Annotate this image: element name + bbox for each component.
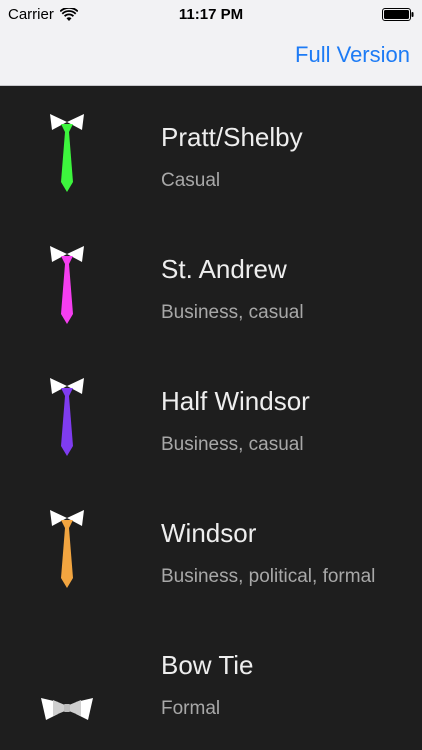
battery-icon: [382, 8, 414, 21]
pink-tie-icon: [50, 246, 84, 324]
knot-subtitle: Casual: [161, 170, 221, 191]
knot-row-half-windsor[interactable]: Half Windsor Business, casual: [0, 350, 422, 481]
knot-row-pratt-shelby[interactable]: Pratt/Shelby Casual: [0, 86, 422, 217]
knot-row-st-andrew[interactable]: St. Andrew Business, casual: [0, 218, 422, 349]
knot-subtitle: Business, political, formal: [161, 566, 376, 587]
knot-row-windsor[interactable]: Windsor Business, political, formal: [0, 482, 422, 613]
status-time: 11:17 PM: [178, 6, 244, 23]
knot-title: Bow Tie: [161, 650, 254, 680]
orange-tie-icon: [50, 510, 84, 588]
knot-title: Windsor: [161, 518, 257, 548]
knot-title: St. Andrew: [161, 254, 287, 284]
knot-row-bow-tie[interactable]: Bow Tie Formal: [0, 614, 422, 745]
top-bar: Carrier 11:17 PM Full Version: [0, 0, 422, 86]
knot-title: Half Windsor: [161, 386, 310, 416]
knot-subtitle: Business, casual: [161, 302, 304, 323]
knot-subtitle: Formal: [161, 698, 221, 719]
full-version-button[interactable]: Full Version: [295, 42, 410, 68]
app-screen: Carrier 11:17 PM Full Version Pratt/Shel…: [0, 0, 422, 750]
knot-list: Pratt/Shelby Casual St. Andrew Business,…: [0, 86, 422, 750]
purple-tie-icon: [50, 378, 84, 456]
green-tie-icon: [50, 114, 84, 192]
knot-subtitle: Business, casual: [161, 434, 304, 455]
knot-title: Pratt/Shelby: [161, 122, 303, 152]
bow-tie-icon: [41, 698, 93, 720]
